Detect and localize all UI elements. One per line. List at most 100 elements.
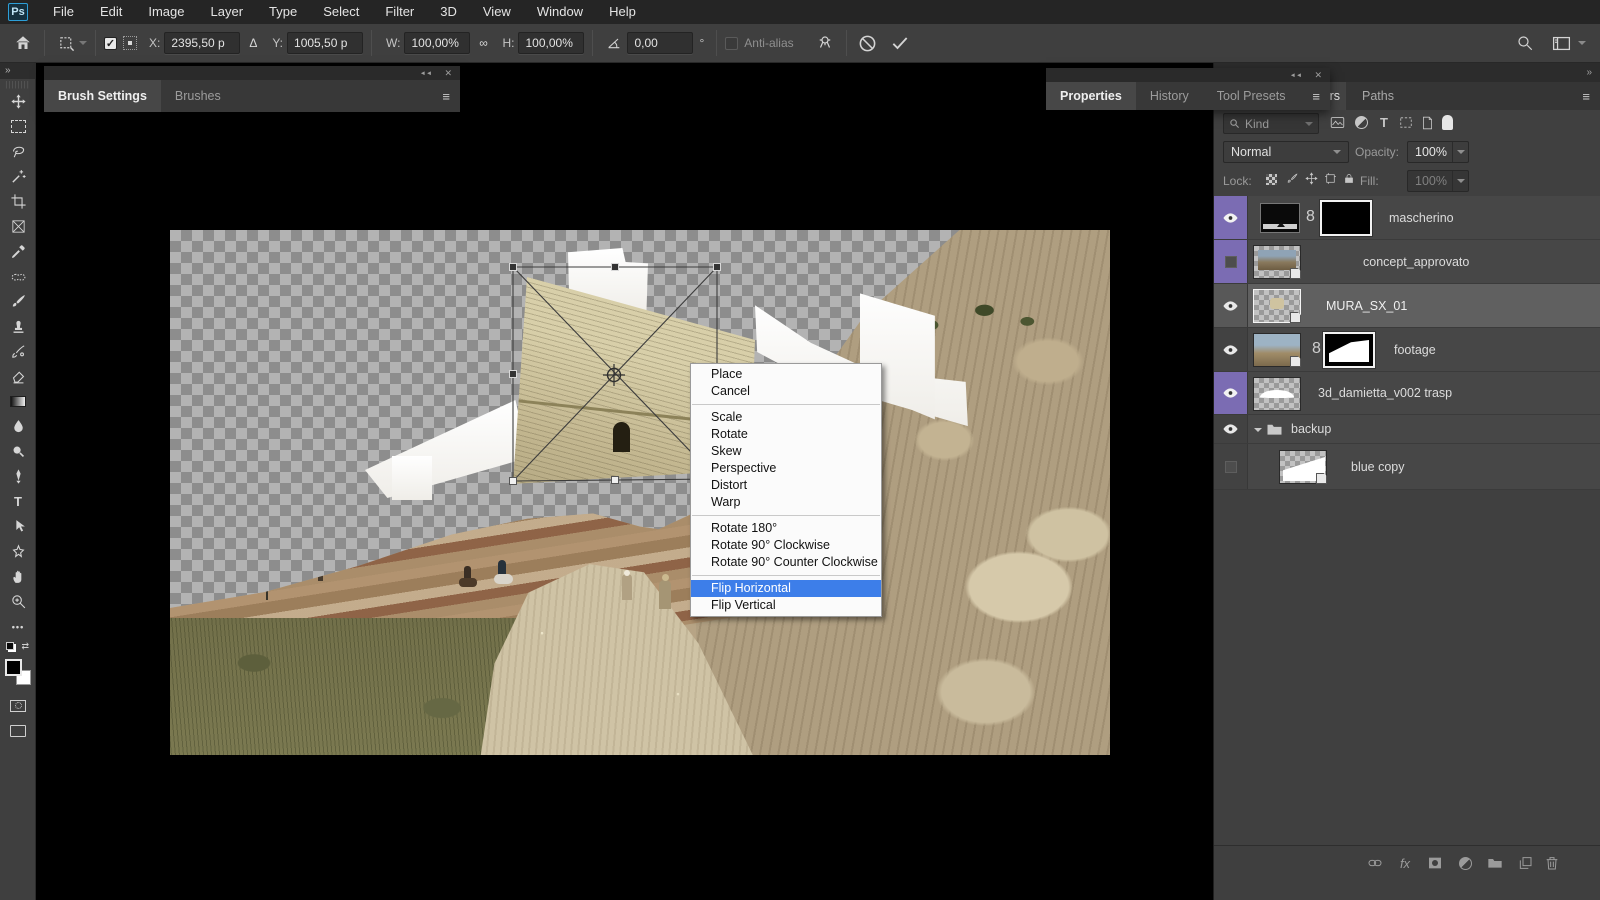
context-item-rotate-90-ccw[interactable]: Rotate 90° Counter Clockwise [691, 554, 881, 571]
maintain-aspect-ratio-icon[interactable]: ∞ [470, 30, 496, 56]
x-position-input[interactable]: 2395,50 p [164, 32, 240, 54]
transform-handle-top-right[interactable] [714, 264, 721, 271]
home-icon[interactable] [10, 30, 36, 56]
layer-name[interactable]: concept_approvato [1363, 255, 1469, 269]
layer-name[interactable]: backup [1291, 422, 1331, 436]
canvas-pasteboard[interactable]: «« [36, 63, 1213, 900]
context-item-flip-horizontal[interactable]: Flip Horizontal [691, 580, 881, 597]
tool-frame[interactable] [0, 214, 36, 239]
lock-transparency-icon[interactable] [1266, 174, 1277, 185]
tool-crop[interactable] [0, 189, 36, 214]
opacity-input[interactable]: 100% [1407, 141, 1469, 163]
layer-thumbnail[interactable] [1253, 289, 1301, 323]
context-item-rotate[interactable]: Rotate [691, 426, 881, 443]
visibility-toggle[interactable] [1214, 415, 1248, 443]
stylus-pressure-icon[interactable] [812, 30, 838, 56]
menu-type[interactable]: Type [256, 0, 310, 24]
transform-handle-top-mid[interactable] [612, 264, 619, 271]
tool-magic-wand[interactable] [0, 164, 36, 189]
blend-mode-select[interactable]: Normal [1223, 141, 1349, 163]
layer-name[interactable]: footage [1394, 343, 1436, 357]
toggle-reference-point-checkbox[interactable]: ✓ [104, 37, 117, 50]
layer-name[interactable]: mascherino [1389, 211, 1454, 225]
rotation-input[interactable]: 0,00 [627, 32, 693, 54]
new-group-button[interactable] [1484, 854, 1506, 872]
tab-history[interactable]: History [1136, 82, 1203, 110]
lock-artboard-icon[interactable] [1324, 172, 1337, 185]
tool-blur[interactable] [0, 414, 36, 439]
transform-handle-bottom-left[interactable] [510, 478, 517, 485]
transform-handle-mid-left[interactable] [510, 371, 517, 378]
tool-eyedropper[interactable] [0, 239, 36, 264]
menu-filter[interactable]: Filter [372, 0, 427, 24]
expand-dock-icon[interactable]: » [1586, 67, 1592, 78]
chevron-down-icon[interactable] [1457, 179, 1465, 183]
anti-alias-checkbox[interactable] [725, 37, 738, 50]
filter-smart-objects-icon[interactable] [1417, 116, 1437, 130]
panel-menu-icon[interactable]: ≡ [432, 80, 460, 112]
tab-brushes[interactable]: Brushes [161, 80, 235, 112]
filter-toggle-switch[interactable] [1442, 115, 1453, 130]
group-expand-caret[interactable] [1254, 428, 1262, 432]
tool-dodge[interactable] [0, 439, 36, 464]
menu-edit[interactable]: Edit [87, 0, 135, 24]
layer-row-footage[interactable]: 8 footage [1214, 328, 1600, 372]
visibility-toggle[interactable] [1214, 284, 1248, 327]
mask-link-icon[interactable]: 8 [1306, 208, 1315, 226]
toolbar-grip[interactable]: |||||||| [0, 79, 35, 89]
visibility-toggle[interactable] [1214, 328, 1248, 371]
tool-move[interactable] [0, 89, 36, 114]
fill-input[interactable]: 100% [1407, 170, 1469, 192]
transform-handle-top-left[interactable] [510, 264, 517, 271]
chevron-down-icon[interactable] [79, 41, 87, 45]
close-panel-icon[interactable]: ✕ [1314, 70, 1322, 81]
visibility-toggle[interactable] [1214, 372, 1248, 414]
link-layers-button[interactable] [1364, 854, 1386, 872]
layer-style-button[interactable]: fx [1394, 854, 1416, 872]
context-item-distort[interactable]: Distort [691, 477, 881, 494]
mask-link-icon[interactable]: 8 [1312, 340, 1321, 358]
filter-type-layers-icon[interactable]: T [1374, 115, 1394, 130]
add-layer-mask-button[interactable] [1424, 854, 1446, 872]
context-item-place[interactable]: Place [691, 366, 881, 383]
menu-view[interactable]: View [470, 0, 524, 24]
filter-kind-dropdown[interactable]: Kind [1223, 113, 1319, 134]
y-position-input[interactable]: 1005,50 p [287, 32, 363, 54]
tool-pen[interactable] [0, 464, 36, 489]
lock-position-icon[interactable] [1305, 172, 1318, 185]
swap-colors-icon[interactable]: ⇄ [21, 641, 29, 652]
tool-clone-stamp[interactable] [0, 314, 36, 339]
context-item-scale[interactable]: Scale [691, 409, 881, 426]
tab-tool-presets[interactable]: Tool Presets [1203, 82, 1300, 110]
tool-lasso[interactable] [0, 139, 36, 164]
context-item-skew[interactable]: Skew [691, 443, 881, 460]
workspace-switcher-icon[interactable] [1548, 30, 1574, 56]
width-input[interactable]: 100,00% [404, 32, 470, 54]
adjustment-layer-thumbnail[interactable] [1260, 203, 1300, 233]
menu-image[interactable]: Image [135, 0, 197, 24]
tool-brush[interactable] [0, 289, 36, 314]
context-item-perspective[interactable]: Perspective [691, 460, 881, 477]
filter-pixel-layers-icon[interactable] [1327, 116, 1347, 129]
collapse-panel-icon[interactable]: ◄◄ [419, 70, 431, 77]
context-item-cancel[interactable]: Cancel [691, 383, 881, 400]
context-item-rotate-90-cw[interactable]: Rotate 90° Clockwise [691, 537, 881, 554]
tool-healing-patch[interactable] [0, 264, 36, 289]
reference-point-locator-icon[interactable] [117, 30, 143, 56]
menu-window[interactable]: Window [524, 0, 596, 24]
layer-thumbnail[interactable] [1279, 450, 1327, 484]
quick-mask-button[interactable] [0, 693, 36, 718]
new-adjustment-layer-button[interactable] [1454, 854, 1476, 872]
layer-thumbnail[interactable] [1253, 245, 1301, 279]
search-icon[interactable] [1512, 30, 1538, 56]
tool-custom-shape[interactable] [0, 539, 36, 564]
layer-mask-thumbnail[interactable] [1323, 332, 1375, 368]
tool-type[interactable]: T [0, 489, 36, 514]
menu-layer[interactable]: Layer [198, 0, 257, 24]
layer-mask-thumbnail[interactable] [1320, 200, 1372, 236]
commit-transform-icon[interactable] [887, 30, 913, 56]
menu-help[interactable]: Help [596, 0, 649, 24]
tab-properties[interactable]: Properties [1046, 82, 1136, 110]
layer-name[interactable]: 3d_damietta_v002 trasp [1318, 386, 1452, 400]
panel-menu-icon[interactable]: ≡ [1572, 82, 1600, 110]
